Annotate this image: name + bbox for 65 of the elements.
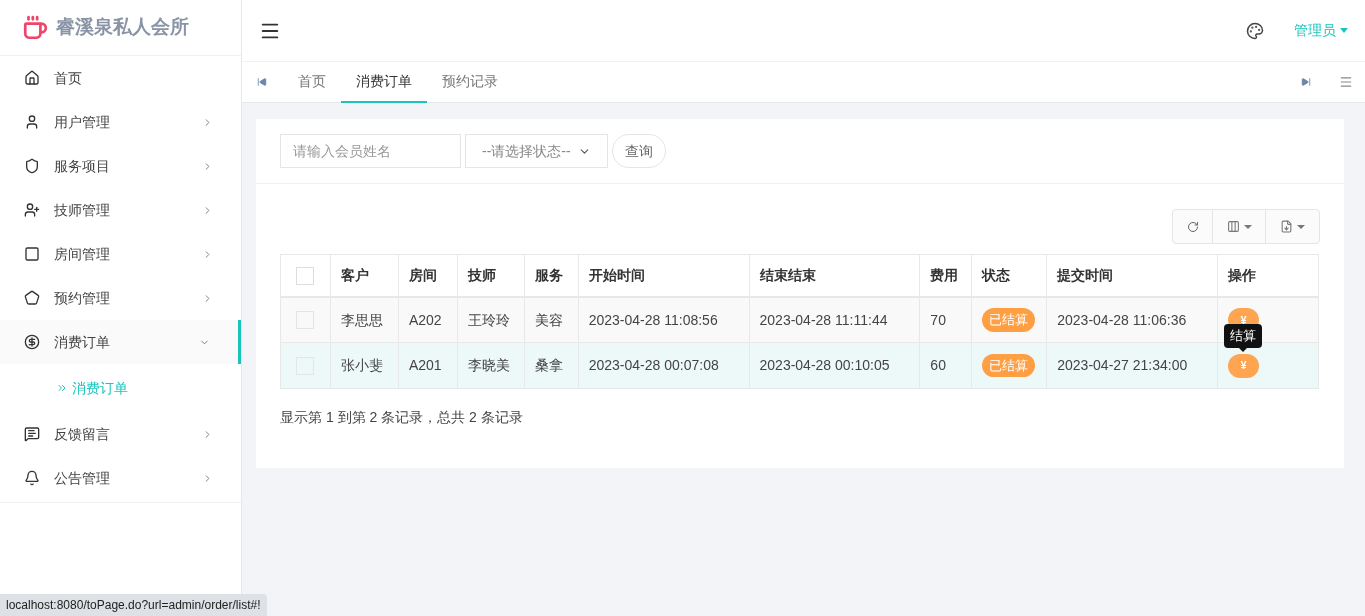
sidebar-item[interactable]: 房间管理 <box>0 232 241 276</box>
table-cell-text: 桑拿 <box>534 356 563 375</box>
bell-icon <box>24 470 40 486</box>
table-cell-text: 2023-04-27 21:34:00 <box>1057 356 1188 375</box>
column-header: 结束结束 <box>749 255 921 296</box>
refresh-icon <box>1186 220 1199 233</box>
double-chevron-icon <box>56 382 68 394</box>
column-header: 操作 <box>1227 266 1258 285</box>
home-icon <box>24 70 40 86</box>
skip-forward-icon[interactable] <box>1301 77 1311 87</box>
brand-name: 睿溪泉私人会所 <box>56 15 189 40</box>
table-cell-text: 2023-04-28 11:06:36 <box>1057 310 1187 330</box>
column-header: 费用 <box>920 255 973 296</box>
column-header: 技师 <box>457 255 525 296</box>
column-header: 提交时间 <box>1047 255 1219 296</box>
sidebar-item[interactable]: 反馈留言 <box>0 412 241 456</box>
file-icon <box>1280 220 1293 233</box>
columns-icon <box>1226 220 1240 233</box>
column-header: 房间 <box>398 255 458 296</box>
status-badge: 已结算 <box>982 353 1036 378</box>
table-cell-text: 王玲玲 <box>467 310 510 330</box>
tab[interactable]: 预约记录 <box>427 61 513 103</box>
skip-back-icon[interactable] <box>257 77 267 87</box>
table-cell-text: A201 <box>408 356 442 375</box>
status-bar-url: localhost:8080/toPage.do?url=admin/order/list#! <box>0 594 267 616</box>
table-cell-text: 2023-04-28 11:11:44 <box>759 310 888 330</box>
sidebar-item[interactable]: 技师管理 <box>0 188 241 232</box>
tab[interactable]: 首页 <box>283 61 341 103</box>
table-cell-text: A202 <box>408 310 442 330</box>
pagination-info: 显示第 1 到第 2 条记录，总共 2 条记录 <box>280 408 524 427</box>
column-header: 状态 <box>972 255 1048 296</box>
column-header: 服务 <box>524 255 579 296</box>
tab-options-icon[interactable] <box>1339 75 1353 89</box>
sidebar-item[interactable]: 用户管理 <box>0 100 241 144</box>
table-cell-text: 美容 <box>534 310 563 330</box>
cup-icon <box>22 14 48 41</box>
sidebar-item[interactable]: 消费订单 <box>0 320 241 364</box>
table-cell-text: 70 <box>930 310 946 330</box>
dollar-circle-icon <box>24 334 40 350</box>
sidebar-item[interactable]: 预约管理 <box>0 276 241 320</box>
column-header: 开始时间 <box>578 255 750 296</box>
status-badge: 已结算 <box>982 308 1036 332</box>
sidebar-item[interactable]: 服务项目 <box>0 144 241 188</box>
table-cell-text: 2023-04-28 11:08:56 <box>588 310 718 330</box>
tab[interactable]: 消费订单 <box>341 61 427 103</box>
sidebar-item[interactable]: 首页 <box>0 56 241 100</box>
select-all-checkbox[interactable] <box>296 266 315 285</box>
table-cell-text: 60 <box>930 356 946 375</box>
table-cell-text: 2023-04-28 00:07:08 <box>588 356 719 375</box>
shield-icon <box>24 158 40 174</box>
table-cell-text: 李晓美 <box>467 356 510 375</box>
table-cell-text: 2023-04-28 00:10:05 <box>759 356 890 375</box>
member-name-field[interactable]: 请输入会员姓名 <box>280 134 461 168</box>
column-header: 客户 <box>330 255 399 296</box>
sidebar-item[interactable]: 公告管理 <box>0 456 241 500</box>
table-cell-text: 李思思 <box>340 310 383 330</box>
palette-icon[interactable] <box>1246 21 1264 40</box>
user-add-icon <box>24 202 40 218</box>
pentagon-icon <box>24 290 40 306</box>
table-cell-text: 张小斐 <box>340 356 383 375</box>
status-select[interactable]: --请选择状态-- <box>465 134 608 168</box>
message-icon <box>24 426 40 442</box>
user-icon <box>24 114 40 130</box>
chevron-right-icon <box>202 248 213 260</box>
square-icon <box>24 246 40 262</box>
